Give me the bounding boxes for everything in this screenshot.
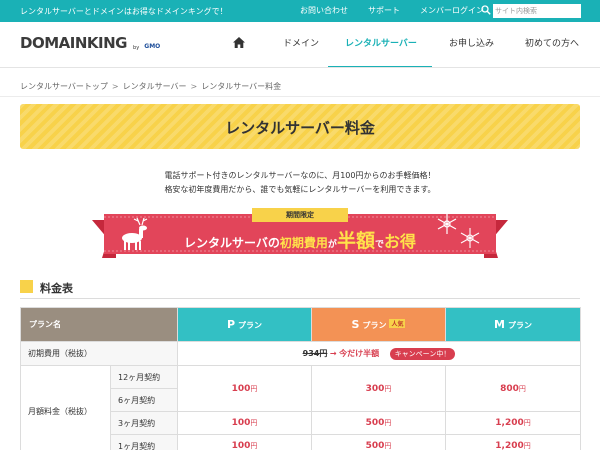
campaign-tag: キャンペーン中！ [389, 347, 456, 360]
price-value: 500 [365, 418, 385, 428]
popular-badge: 人気 [389, 319, 406, 328]
search-input[interactable] [495, 5, 579, 17]
initial-fee-new: 今だけ半額 [339, 348, 380, 358]
nav-item-beginners[interactable]: 初めての方へ [525, 36, 579, 49]
price-cell: 1,200円 [445, 411, 581, 435]
intro-line-2: 格安な初年度費用だから、誰でも気軽にレンタルサーバーを利用できます。 [164, 185, 436, 194]
slogan-part: 半額 [336, 230, 375, 252]
logo-text: DOMAINKING [20, 34, 127, 52]
plan-name: P [226, 318, 236, 331]
monthly-fee-label: 月額料金（税抜） [20, 365, 111, 450]
price-value: 1,200 [495, 418, 524, 428]
plan-p-header[interactable]: P プラン [177, 307, 312, 342]
yen-unit: 円 [523, 419, 531, 427]
table-row: 初期費用（税抜） 934円 → 今だけ半額 キャンペーン中！ [20, 341, 581, 366]
campaign-slogan: レンタルサーバの初期費用が半額でお得 [92, 226, 508, 253]
slogan-part: で [374, 240, 384, 250]
yen-unit: 円 [250, 442, 258, 450]
yen-unit: 円 [384, 442, 392, 450]
nav-item-domain[interactable]: ドメイン [283, 36, 319, 49]
yen-unit: 円 [523, 442, 531, 450]
intro-line-1: 電話サポート付きのレンタルサーバーなのに、月100円からのお手軽価格！ [164, 171, 436, 180]
price-cell: 1,200円 [445, 434, 581, 450]
search-icon[interactable] [481, 5, 491, 15]
price-cell: 500円 [311, 411, 446, 435]
limited-time-badge: 期間限定 [252, 208, 348, 222]
section-title: 料金表 [40, 282, 73, 295]
slogan-part: が [327, 240, 337, 250]
price-value: 100 [231, 441, 251, 450]
initial-fee-label: 初期費用（税抜） [20, 341, 178, 366]
plan-s-header[interactable]: S プラン 人気 [311, 307, 446, 342]
term-label: 1ヶ月契約 [110, 434, 178, 450]
yen-unit: 円 [384, 419, 392, 427]
contact-link[interactable]: お問い合わせ [300, 5, 348, 16]
breadcrumb-separator: > [190, 82, 198, 91]
price-value: 800 [500, 383, 519, 394]
price-cell: 100円 [177, 434, 312, 450]
site-search [481, 4, 581, 18]
heading-marker [20, 280, 33, 293]
page-title-band: レンタルサーバー料金 [20, 104, 580, 149]
nav-item-rental-server[interactable]: レンタルサーバー [345, 36, 417, 49]
top-links: お問い合わせ サポート メンバーログイン [300, 5, 504, 16]
breadcrumb-server[interactable]: レンタルサーバー [123, 82, 187, 91]
price-cell: 100円 [177, 411, 312, 435]
price-cell: 100円 [177, 365, 312, 412]
term-label: 12ヶ月契約 [110, 365, 178, 389]
plan-name: S [351, 318, 360, 331]
price-cell: 300円 [311, 365, 446, 412]
slogan-part: レンタルサーバの [184, 236, 280, 250]
breadcrumb-separator: > [111, 82, 119, 91]
price-value: 100 [231, 418, 251, 428]
price-value: 100 [231, 383, 251, 394]
logo-by: by [133, 45, 140, 51]
breadcrumb: レンタルサーバートップ > レンタルサーバー > レンタルサーバー料金 [20, 81, 281, 92]
breadcrumb-divider [0, 96, 600, 97]
top-bar: レンタルサーバーとドメインはお得なドメインキングで！ お問い合わせ サポート メ… [0, 0, 600, 22]
header-divider [0, 67, 600, 68]
home-icon[interactable] [233, 37, 245, 48]
member-login-link[interactable]: メンバーログイン [420, 5, 484, 16]
plan-suffix: プラン [362, 321, 387, 330]
page-title: レンタルサーバー料金 [225, 119, 375, 137]
slogan-part: お得 [383, 232, 416, 251]
logo[interactable]: DOMAINKING by GMO [20, 33, 160, 52]
tagline: レンタルサーバーとドメインはお得なドメインキングで！ [20, 7, 228, 16]
price-value: 1,200 [495, 441, 524, 450]
plan-name-header: プラン名 [20, 307, 178, 342]
plan-suffix: プラン [238, 321, 263, 330]
section-divider [20, 298, 580, 299]
breadcrumb-server-top[interactable]: レンタルサーバートップ [20, 82, 108, 91]
campaign-banner[interactable]: 期間限定 レンタルサーバの初期費用が半額でお得 [92, 208, 508, 264]
price-cell: 800円 [445, 365, 581, 412]
yen-unit: 円 [250, 419, 258, 427]
price-table: プラン名 P プラン S プラン 人気 M プラン 初期費用（税抜） 934円 → 今だ… [20, 307, 581, 450]
site-header: DOMAINKING by GMO ドメイン レンタルサーバー お申し込み 初め… [0, 22, 600, 68]
term-label: 6ヶ月契約 [110, 388, 178, 412]
initial-fee-cell: 934円 → 今だけ半額 キャンペーン中！ [177, 341, 581, 366]
yen-unit: 円 [384, 384, 392, 393]
support-link[interactable]: サポート [368, 5, 400, 16]
initial-fee-arrow: → [329, 348, 337, 358]
table-header-row: プラン名 P プラン S プラン 人気 M プラン [20, 307, 581, 342]
price-cell: 500円 [311, 434, 446, 450]
yen-unit: 円 [518, 384, 526, 393]
nav-item-apply[interactable]: お申し込み [449, 36, 494, 49]
slogan-part: 初期費用 [279, 236, 328, 250]
initial-fee-old: 934円 [302, 348, 328, 358]
breadcrumb-current: レンタルサーバー料金 [201, 82, 282, 91]
plan-suffix: プラン [507, 321, 532, 330]
plan-name: M [494, 318, 505, 331]
plan-m-header[interactable]: M プラン [445, 307, 581, 342]
price-value: 300 [365, 383, 385, 394]
logo-gmo: GMO [144, 43, 161, 50]
price-value: 500 [365, 441, 385, 450]
term-label: 3ヶ月契約 [110, 411, 178, 435]
yen-unit: 円 [250, 384, 258, 393]
table-row: 月額料金（税抜） 12ヶ月契約 100円 300円 800円 [20, 365, 581, 450]
